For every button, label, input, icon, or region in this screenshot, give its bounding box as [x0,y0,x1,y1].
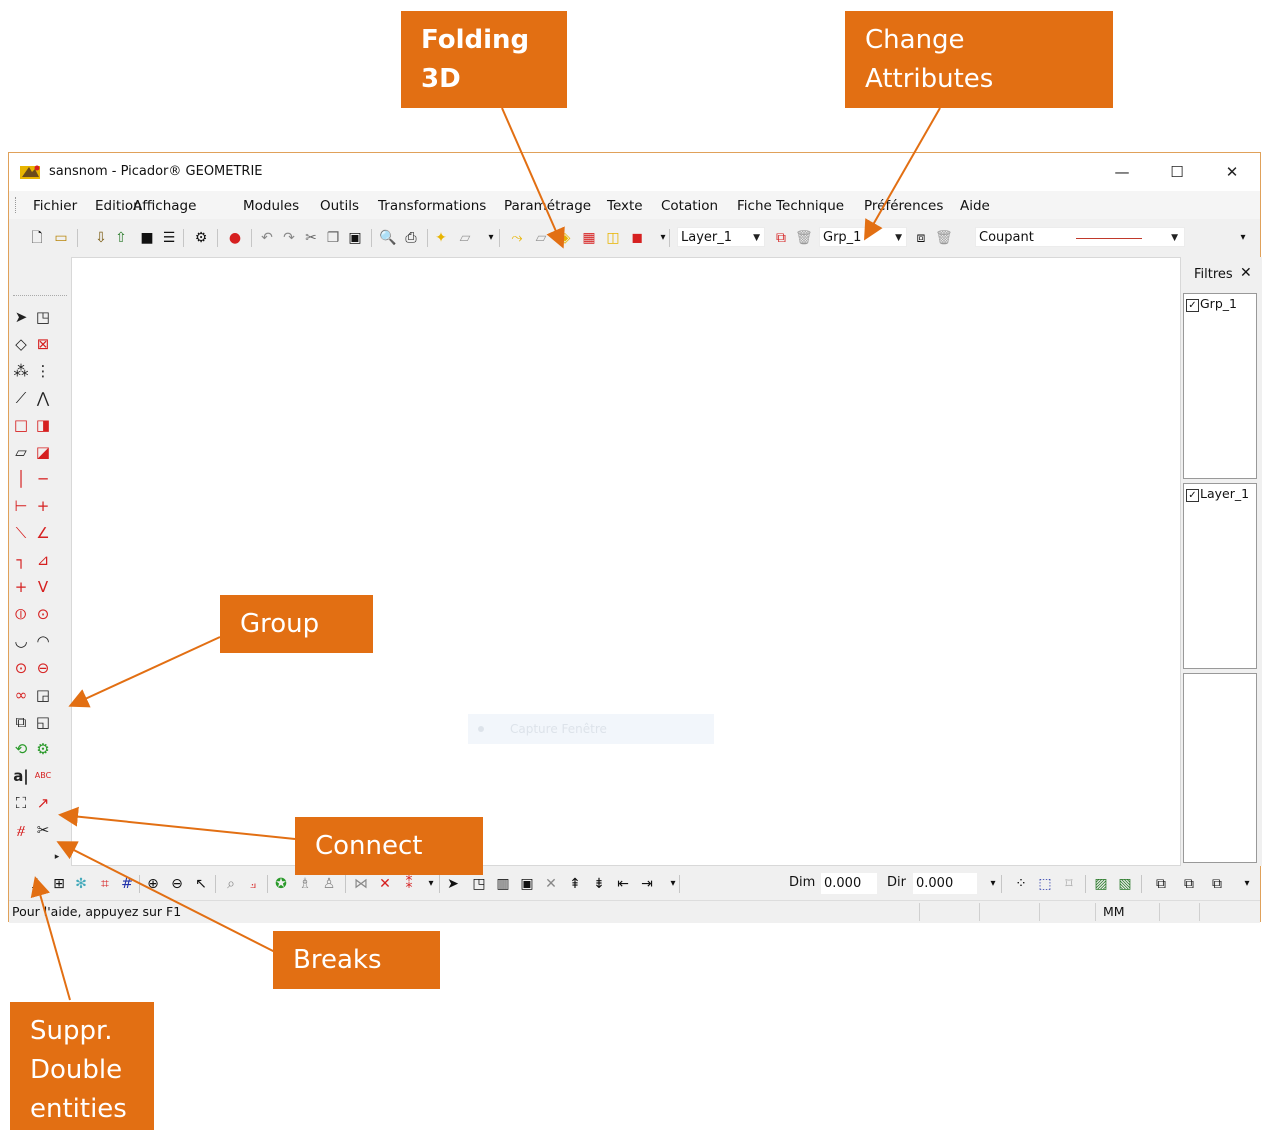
folding-arrow [501,107,565,249]
breaks-callout: Breaks [273,931,440,989]
folding-3d-callout: Folding 3D [401,11,567,108]
group-arrow [68,636,221,708]
connect-callout: Connect [295,817,483,875]
breaks-arrow [56,841,276,953]
suppr-double-callout: Suppr. Double entities [10,1002,154,1130]
suppr-arrow [30,876,71,1001]
change-attributes-arrow [864,107,941,241]
connect-arrow [58,806,296,840]
annotation-arrows [30,107,941,1001]
group-callout: Group [220,595,373,653]
change-attributes-callout: Change Attributes [845,11,1113,108]
